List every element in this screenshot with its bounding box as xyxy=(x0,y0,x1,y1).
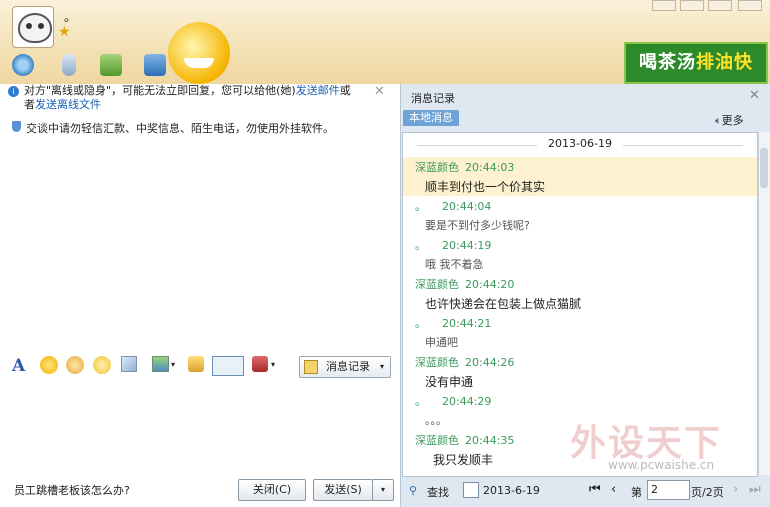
record-icon xyxy=(304,360,318,374)
date-field[interactable]: 2013-6-19 xyxy=(483,484,540,497)
send-mail-link[interactable]: 发送邮件 xyxy=(296,84,340,97)
message-record-button[interactable]: 消息记录 ▾ xyxy=(299,356,391,378)
input-toolbar: A ▾ ▾ 消息记录 ▾ xyxy=(0,354,400,380)
wink-icon[interactable] xyxy=(93,356,111,374)
list-item: 深蓝颜色 20:44:03 顺丰到付也一个价其实 xyxy=(403,157,757,196)
star-icon[interactable]: ★ xyxy=(58,24,71,40)
calendar-icon[interactable] xyxy=(463,482,479,498)
list-item: 。 20:44:21 申通吧 xyxy=(415,317,492,349)
message-log[interactable]: 2013-06-19 深蓝颜色 20:44:03 顺丰到付也一个价其实 。 20:4… xyxy=(402,132,758,477)
list-item: 深蓝颜色 20:44:20 也许快递会在包装上做点猫腻 xyxy=(415,278,582,311)
prev-page-icon[interactable]: ‹ xyxy=(611,482,616,497)
avatar[interactable] xyxy=(12,6,54,48)
emoji-icon[interactable] xyxy=(40,356,58,374)
contact-nickname: 。 xyxy=(64,10,77,24)
log-scrollbar[interactable] xyxy=(758,132,770,475)
send-button[interactable]: 发送(S) xyxy=(313,479,373,501)
chevron-down-icon[interactable]: ▾ xyxy=(171,360,175,369)
close-record-icon[interactable]: ✕ xyxy=(749,88,760,103)
send-offline-file-link[interactable]: 发送离线文件 xyxy=(35,98,101,111)
list-item: 。 20:44:19 哦 我不着急 xyxy=(415,239,492,271)
record-title: 消息记录 xyxy=(411,92,455,105)
font-icon[interactable]: A xyxy=(12,356,30,376)
screen-share-icon[interactable] xyxy=(212,356,244,376)
date-divider: 2013-06-19 xyxy=(403,137,757,153)
maximize-icon[interactable] xyxy=(708,0,732,11)
list-item: 深蓝颜色 20:44:35 我只发顺丰 xyxy=(415,434,515,467)
list-item: 。 20:44:29 。。。 xyxy=(415,395,492,427)
screenshot-icon[interactable] xyxy=(121,356,137,372)
header-banner: 。 ★ 喝茶汤排油快 xyxy=(0,0,770,84)
last-page-icon[interactable]: ⏭︎ xyxy=(749,482,761,497)
chevron-down-icon[interactable]: ▾ xyxy=(271,360,275,369)
magic-emoji-icon[interactable] xyxy=(66,356,84,374)
info-icon: i xyxy=(8,86,19,97)
send-options-dropdown[interactable]: ▾ xyxy=(372,479,394,501)
shield-icon xyxy=(12,121,21,132)
find-button[interactable]: 查找 xyxy=(427,484,449,500)
list-item: 深蓝颜色 20:44:26 没有申通 xyxy=(415,356,515,389)
close-button[interactable]: 关闭(C) xyxy=(238,479,306,501)
gift-icon[interactable] xyxy=(252,356,268,372)
tab-local-messages[interactable]: 本地消息 xyxy=(403,110,459,126)
video-icon[interactable] xyxy=(12,54,34,76)
menu-icon[interactable] xyxy=(680,0,704,11)
mascot-icon xyxy=(168,22,230,84)
page-label: 第 xyxy=(631,486,642,499)
close-notice-icon[interactable]: ✕ xyxy=(374,84,385,99)
music-icon[interactable] xyxy=(188,356,204,372)
page-total: 页/2页 xyxy=(691,486,724,499)
chevron-down-icon: ▾ xyxy=(380,362,385,371)
first-page-icon[interactable]: ⏮︎ xyxy=(589,482,601,497)
speaker-icon: 🔈︎ xyxy=(715,114,722,127)
ad-banner[interactable]: 喝茶汤排油快 xyxy=(624,42,768,84)
close-window-icon[interactable] xyxy=(738,0,762,11)
page-input[interactable]: 2 xyxy=(647,480,690,500)
image-icon[interactable] xyxy=(152,356,169,372)
security-warning: 交谈中请勿轻信汇款、中奖信息、陌生电话，勿使用外挂软件。 xyxy=(12,120,334,136)
search-icon[interactable]: ⚲ xyxy=(409,484,417,497)
more-button[interactable]: 🔈︎更多 xyxy=(715,112,744,128)
microphone-icon[interactable] xyxy=(62,54,76,76)
skin-icon[interactable] xyxy=(652,0,676,11)
transfer-file-icon[interactable] xyxy=(100,54,122,76)
list-item: 。 20:44:04 要是不到付多少钱呢? xyxy=(415,200,530,232)
next-page-icon[interactable]: › xyxy=(733,482,738,497)
message-input[interactable] xyxy=(0,382,400,472)
remote-desktop-icon[interactable] xyxy=(144,54,166,76)
offline-notice: i 对方"离线或隐身"，可能无法立即回复，您可以给他(她)发送邮件或者发送离线文… xyxy=(6,84,396,114)
message-record-pane: 消息记录 ✕ 本地消息 🔈︎更多 2013-06-19 深蓝颜色 20:44:03… xyxy=(401,84,770,507)
chat-pane: i 对方"离线或隐身"，可能无法立即回复，您可以给他(她)发送邮件或者发送离线文… xyxy=(0,84,401,507)
record-footer: ⚲ 查找 2013-6-19 ⏮︎ ‹ 第 2 页/2页 › ⏭︎ xyxy=(401,478,770,506)
bottom-question-link[interactable]: 员工跳槽老板该怎么办? xyxy=(14,482,130,498)
